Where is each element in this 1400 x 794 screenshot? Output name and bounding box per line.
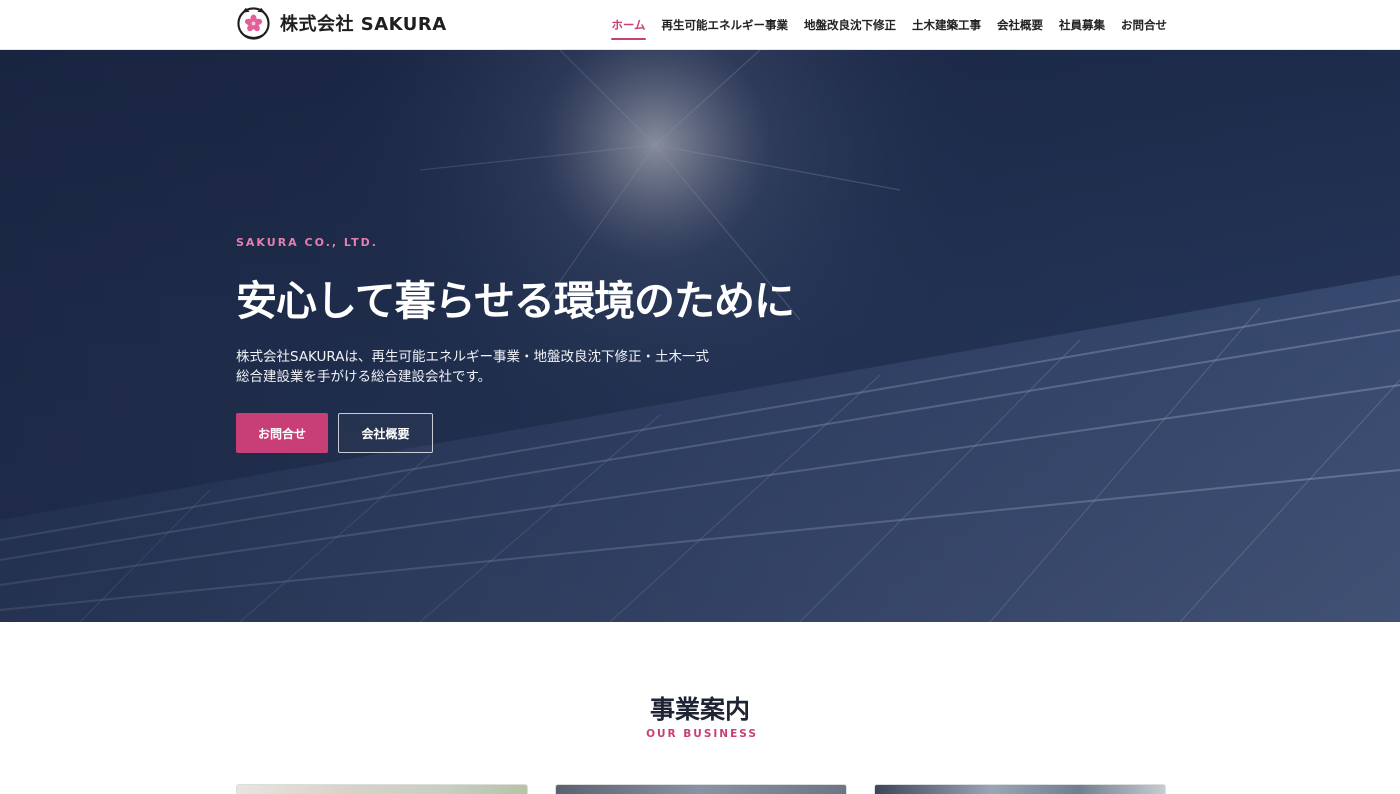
business-title: 事業案内 — [649, 695, 750, 724]
company-profile-button[interactable]: 会社概要 — [338, 413, 433, 453]
logo[interactable]: 株式会社 SAKURA — [236, 5, 447, 40]
business-subtitle: OUR BUSINESS — [646, 728, 758, 740]
business-section: 事業案内 OUR BUSINESS — [0, 622, 1400, 794]
hero-buttons: お問合せ 会社概要 — [236, 413, 794, 453]
business-card-image[interactable] — [555, 784, 847, 794]
hero-content: SAKURA CO., LTD. 安心して暮らせる環境のために 株式会社SAKU… — [236, 236, 795, 453]
contact-button[interactable]: お問合せ — [236, 413, 328, 453]
hero-title: 安心して暮らせる環境のために — [236, 277, 795, 325]
site-header: 株式会社 SAKURA ホーム 再生可能エネルギー事業 地盤改良沈下修正 土木建… — [0, 0, 1400, 50]
sakura-logo-icon — [237, 7, 270, 40]
logo-text: 株式会社 SAKURA — [280, 13, 447, 35]
hero-eyebrow: SAKURA CO., LTD. — [236, 236, 378, 249]
nav-company-profile[interactable]: 会社概要 — [997, 17, 1043, 33]
nav-recruitment[interactable]: 社員募集 — [1059, 17, 1105, 33]
hero-description: 株式会社SAKURAは、再生可能エネルギー事業・地盤改良沈下修正・土木一式総合建… — [236, 349, 709, 385]
business-card-image[interactable] — [236, 784, 528, 794]
main-nav: ホーム 再生可能エネルギー事業 地盤改良沈下修正 土木建築工事 会社概要 社員募… — [611, 0, 1167, 50]
nav-civil-construction[interactable]: 土木建築工事 — [912, 17, 981, 33]
nav-home[interactable]: ホーム — [611, 17, 646, 40]
nav-ground-improvement[interactable]: 地盤改良沈下修正 — [804, 17, 896, 33]
nav-contact[interactable]: お問合せ — [1121, 17, 1167, 33]
business-card-image[interactable] — [874, 784, 1166, 794]
nav-renewable-energy[interactable]: 再生可能エネルギー事業 — [662, 17, 789, 33]
hero-section: SAKURA CO., LTD. 安心して暮らせる環境のために 株式会社SAKU… — [0, 50, 1400, 622]
